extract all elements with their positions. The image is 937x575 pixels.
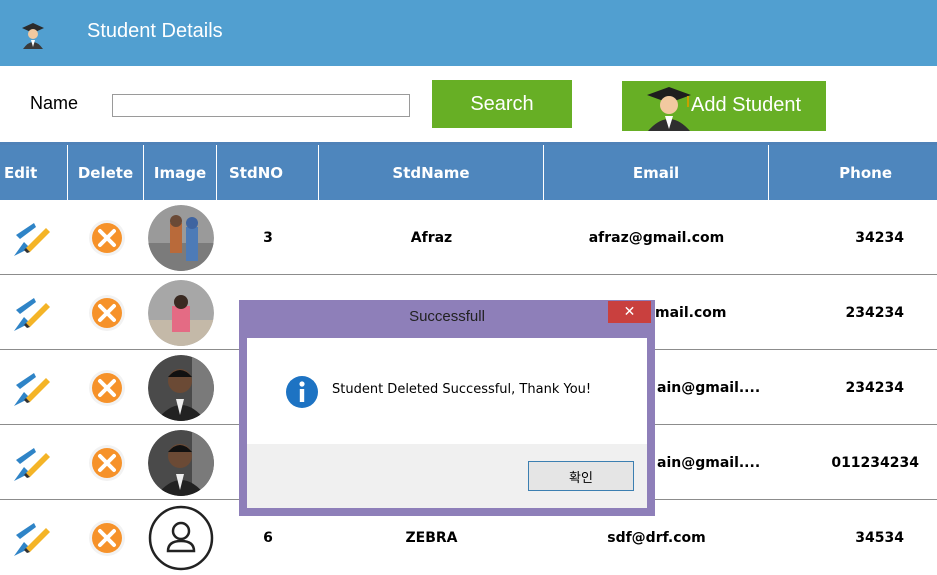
image-cell: [144, 201, 217, 274]
edit-cell: [0, 276, 64, 349]
stdno-cell: 3: [263, 229, 273, 246]
phone-cell: 234234: [845, 304, 904, 321]
image-cell: [144, 426, 217, 499]
add-student-button[interactable]: Add Student: [622, 81, 826, 131]
col-phone[interactable]: Phone: [769, 145, 937, 200]
col-image[interactable]: Image: [144, 145, 217, 200]
edit-icon[interactable]: [10, 443, 54, 483]
delete-icon[interactable]: [87, 218, 127, 258]
col-edit[interactable]: Edit: [0, 145, 68, 200]
student-photo[interactable]: [147, 354, 214, 421]
add-student-label: Add Student: [691, 94, 802, 116]
email-cell: afraz@gmail.com: [588, 229, 725, 246]
delete-icon[interactable]: [87, 518, 127, 558]
col-stdno[interactable]: StdNO: [217, 145, 319, 200]
close-button[interactable]: ✕: [608, 301, 651, 323]
phone-cell: 011234234: [831, 454, 919, 471]
graduate-icon: [647, 87, 691, 131]
dialog-body: Student Deleted Successful, Thank You!: [247, 338, 647, 444]
phone-cell: 234234: [845, 379, 904, 396]
delete-cell: [72, 351, 142, 424]
ok-button[interactable]: 확인: [528, 461, 634, 491]
delete-cell: [72, 501, 142, 574]
info-icon: [286, 376, 318, 408]
edit-icon[interactable]: [10, 218, 54, 258]
dialog-message: Student Deleted Successful, Thank You!: [332, 382, 592, 397]
search-button[interactable]: Search: [432, 80, 572, 128]
student-photo[interactable]: [147, 429, 214, 496]
delete-cell: [72, 201, 142, 274]
edit-cell: [0, 351, 64, 424]
image-cell: [144, 501, 217, 574]
delete-icon[interactable]: [87, 368, 127, 408]
edit-icon[interactable]: [10, 518, 54, 558]
user-placeholder-icon[interactable]: [148, 505, 214, 571]
success-dialog: Successfull ✕ Student Deleted Successful…: [239, 300, 655, 516]
edit-cell: [0, 501, 64, 574]
graduate-icon: [22, 23, 44, 49]
col-delete[interactable]: Delete: [68, 145, 144, 200]
email-cell: ain@gmail....: [657, 379, 761, 396]
dialog-footer: 확인: [247, 444, 647, 508]
name-label: Name: [30, 93, 79, 113]
phone-cell: 34534: [855, 529, 904, 546]
image-cell: [144, 276, 217, 349]
image-cell: [144, 351, 217, 424]
email-cell: mail.com: [655, 304, 727, 321]
name-search-input[interactable]: [112, 94, 410, 117]
table-header: Edit Delete Image StdNO StdName Email Ph…: [0, 145, 937, 200]
delete-cell: [72, 426, 142, 499]
dialog-title: Successfull: [409, 308, 485, 325]
edit-cell: [0, 201, 64, 274]
delete-icon[interactable]: [87, 293, 127, 333]
col-email[interactable]: Email: [544, 145, 769, 200]
window-title: Student Details: [87, 20, 223, 42]
phone-cell: 34234: [855, 229, 904, 246]
student-photo[interactable]: [147, 204, 214, 271]
edit-icon[interactable]: [10, 368, 54, 408]
table-row: 3 Afraz afraz@gmail.com 34234: [0, 201, 937, 275]
delete-cell: [72, 276, 142, 349]
col-stdname[interactable]: StdName: [319, 145, 544, 200]
delete-icon[interactable]: [87, 443, 127, 483]
title-bar: Student Details: [0, 0, 937, 66]
edit-icon[interactable]: [10, 293, 54, 333]
email-cell: ain@gmail....: [657, 454, 761, 471]
student-photo[interactable]: [147, 279, 214, 346]
edit-cell: [0, 426, 64, 499]
stdname-cell: Afraz: [410, 229, 453, 246]
